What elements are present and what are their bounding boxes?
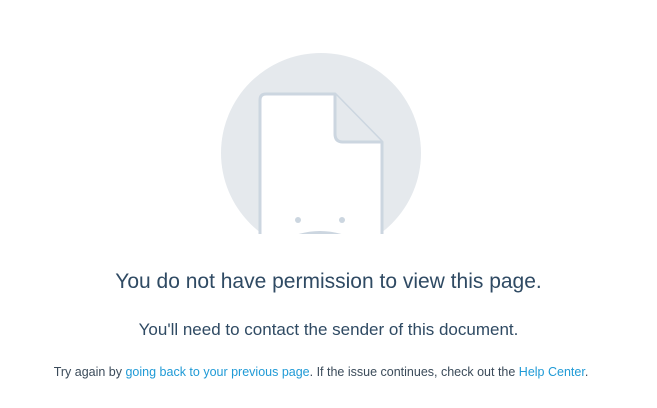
go-back-link[interactable]: going back to your previous page (125, 365, 309, 379)
sad-document-illustration (220, 52, 422, 242)
help-suffix: . (584, 365, 589, 379)
help-center-link[interactable]: Help Center (519, 365, 585, 379)
help-text: Try again by going back to your previous… (0, 365, 642, 379)
sad-mouth (298, 231, 342, 234)
help-middle: . If the issue continues, check out the (309, 365, 519, 379)
help-prefix: Try again by (53, 365, 126, 379)
sad-document-icon (221, 53, 421, 234)
contact-sender-text: You'll need to contact the sender of thi… (138, 320, 519, 339)
sad-eye-left (295, 217, 301, 223)
permission-heading: You do not have permission to view this … (115, 270, 542, 293)
sad-eye-right (339, 217, 345, 223)
